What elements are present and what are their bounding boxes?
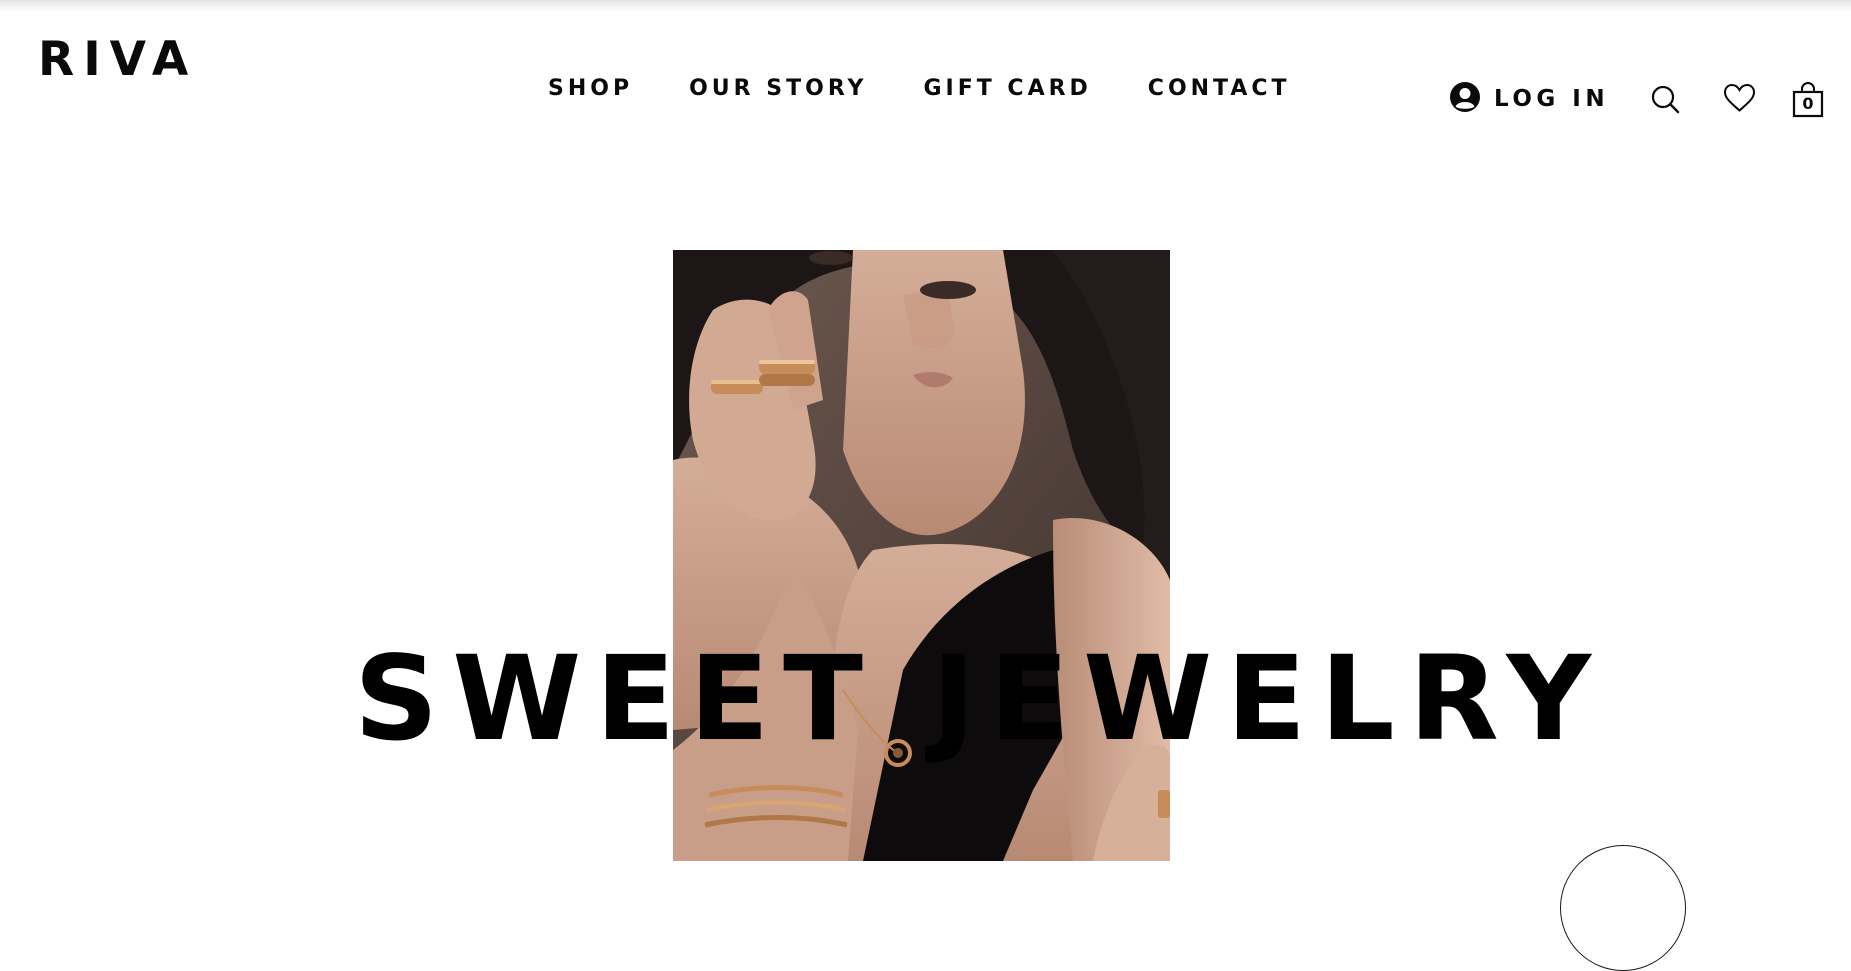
account-icon (1450, 82, 1480, 116)
cart-count: 0 (1802, 94, 1814, 113)
top-shadow-bar (0, 0, 1851, 12)
scroll-circle-button[interactable] (1560, 845, 1686, 971)
site-logo[interactable]: RIVA (38, 36, 197, 83)
heart-icon[interactable] (1723, 83, 1756, 117)
hero-title: SWEET JEWELRY (354, 630, 1606, 767)
nav-item-our-story[interactable]: OUR STORY (689, 78, 867, 100)
nav-item-shop[interactable]: SHOP (548, 78, 633, 100)
login-button[interactable]: LOG IN (1450, 82, 1609, 116)
search-icon[interactable] (1650, 84, 1680, 118)
hero-image (673, 250, 1170, 861)
nav-item-contact[interactable]: CONTACT (1148, 78, 1291, 100)
main-nav: SHOP OUR STORY GIFT CARD CONTACT (548, 78, 1291, 100)
nav-item-gift-card[interactable]: GIFT CARD (923, 78, 1091, 100)
login-label: LOG IN (1494, 85, 1610, 112)
